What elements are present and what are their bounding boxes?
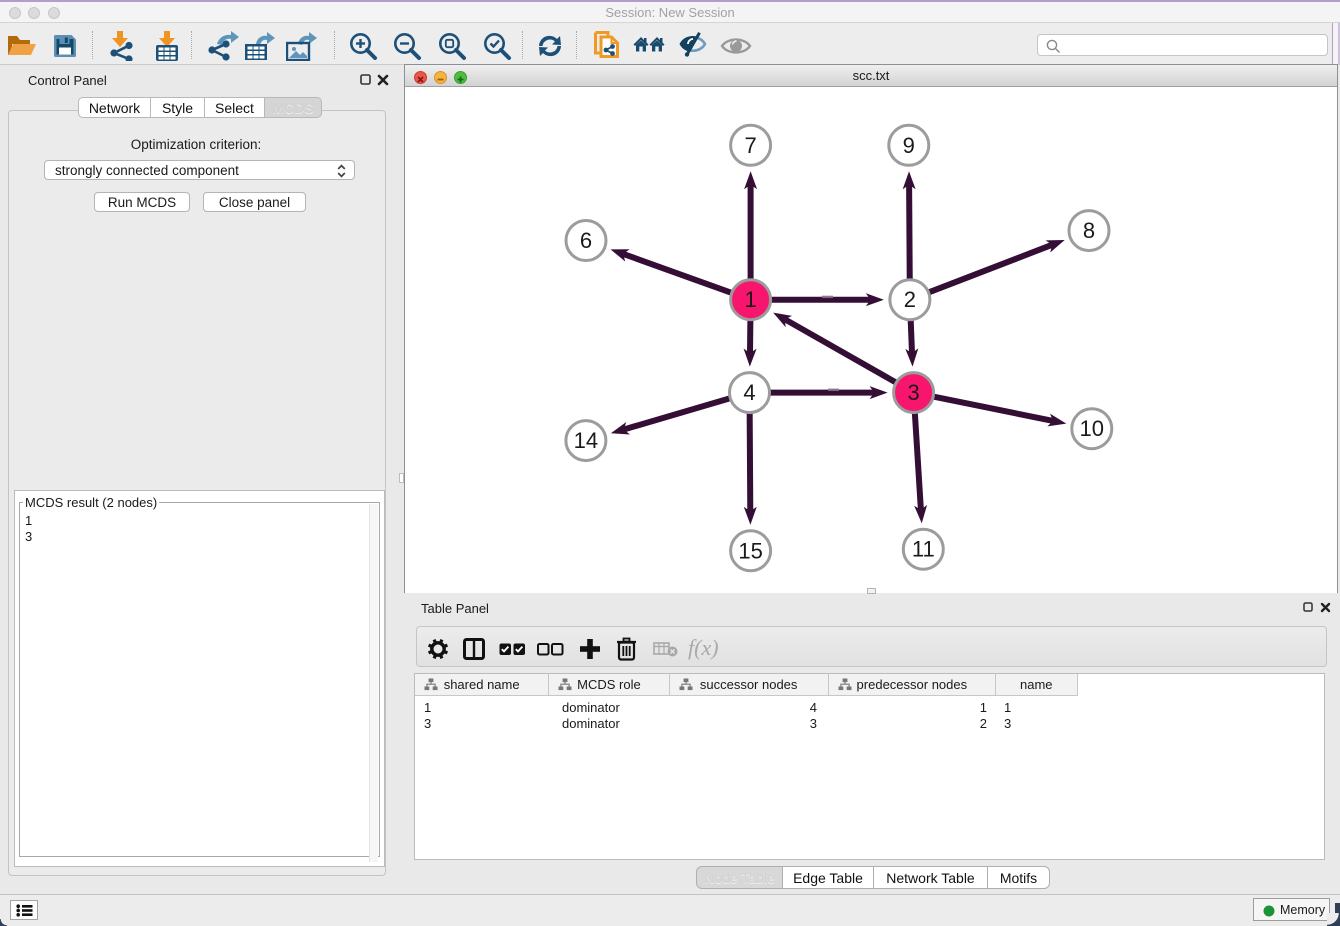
svg-text:9: 9 [903, 133, 915, 158]
svg-text:15: 15 [738, 538, 762, 563]
svg-text:3: 3 [907, 380, 919, 405]
svg-text:6: 6 [580, 228, 592, 253]
svg-text:4: 4 [743, 380, 755, 405]
svg-text:11: 11 [912, 537, 935, 562]
svg-text:1: 1 [744, 287, 756, 312]
svg-text:7: 7 [744, 133, 756, 158]
svg-text:8: 8 [1083, 218, 1095, 243]
svg-text:2: 2 [904, 287, 916, 312]
svg-text:10: 10 [1080, 416, 1104, 441]
svg-text:14: 14 [574, 428, 598, 453]
